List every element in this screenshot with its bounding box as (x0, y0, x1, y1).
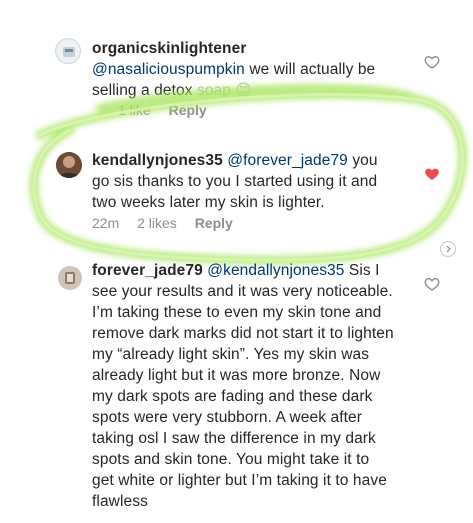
likes-count[interactable]: 2 likes (137, 215, 177, 231)
comment-mention[interactable]: @nasaliciouspumpkin (92, 61, 245, 78)
comment-body: kendallynjones35 @forever_jade79 you go … (92, 150, 397, 213)
comment-time: 22m (92, 215, 120, 231)
comment-meta: 1 like Reply (118, 102, 221, 118)
avatar[interactable] (56, 152, 82, 178)
comment-username[interactable]: forever_jade79 (92, 262, 203, 279)
comment-body: organicskinlightener @nasaliciouspumpkin… (92, 38, 392, 101)
comment-forever_jade79: forever_jade79 @kendallynjones35 Sis I s… (0, 260, 473, 523)
comment-text-tail: soap 😊 (197, 82, 252, 99)
reply-button[interactable]: Reply (195, 215, 233, 231)
comment-mention[interactable]: @kendallynjones35 (207, 262, 344, 279)
comment-kendallynjones35: kendallynjones35 @forever_jade79 you go … (0, 130, 473, 260)
comment-username[interactable]: organicskinlightener (92, 40, 246, 57)
comment-username[interactable]: kendallynjones35 (92, 152, 223, 169)
avatar[interactable] (55, 38, 81, 64)
comment-organicskinlightener: organicskinlightener @nasaliciouspumpkin… (0, 0, 473, 130)
comment-body: forever_jade79 @kendallynjones35 Sis I s… (92, 260, 395, 512)
comment-meta: 22m 2 likes Reply (92, 215, 247, 231)
chevron-right-icon[interactable] (440, 241, 456, 257)
heart-icon[interactable] (424, 276, 440, 292)
reply-button[interactable]: Reply (169, 102, 207, 118)
heart-icon[interactable] (424, 166, 440, 182)
heart-icon[interactable] (424, 54, 440, 70)
comment-mention[interactable]: @forever_jade79 (227, 152, 348, 169)
likes-count[interactable]: 1 like (118, 102, 151, 118)
avatar[interactable] (58, 266, 82, 290)
comment-text: Sis I see your results and it was very n… (92, 262, 394, 510)
